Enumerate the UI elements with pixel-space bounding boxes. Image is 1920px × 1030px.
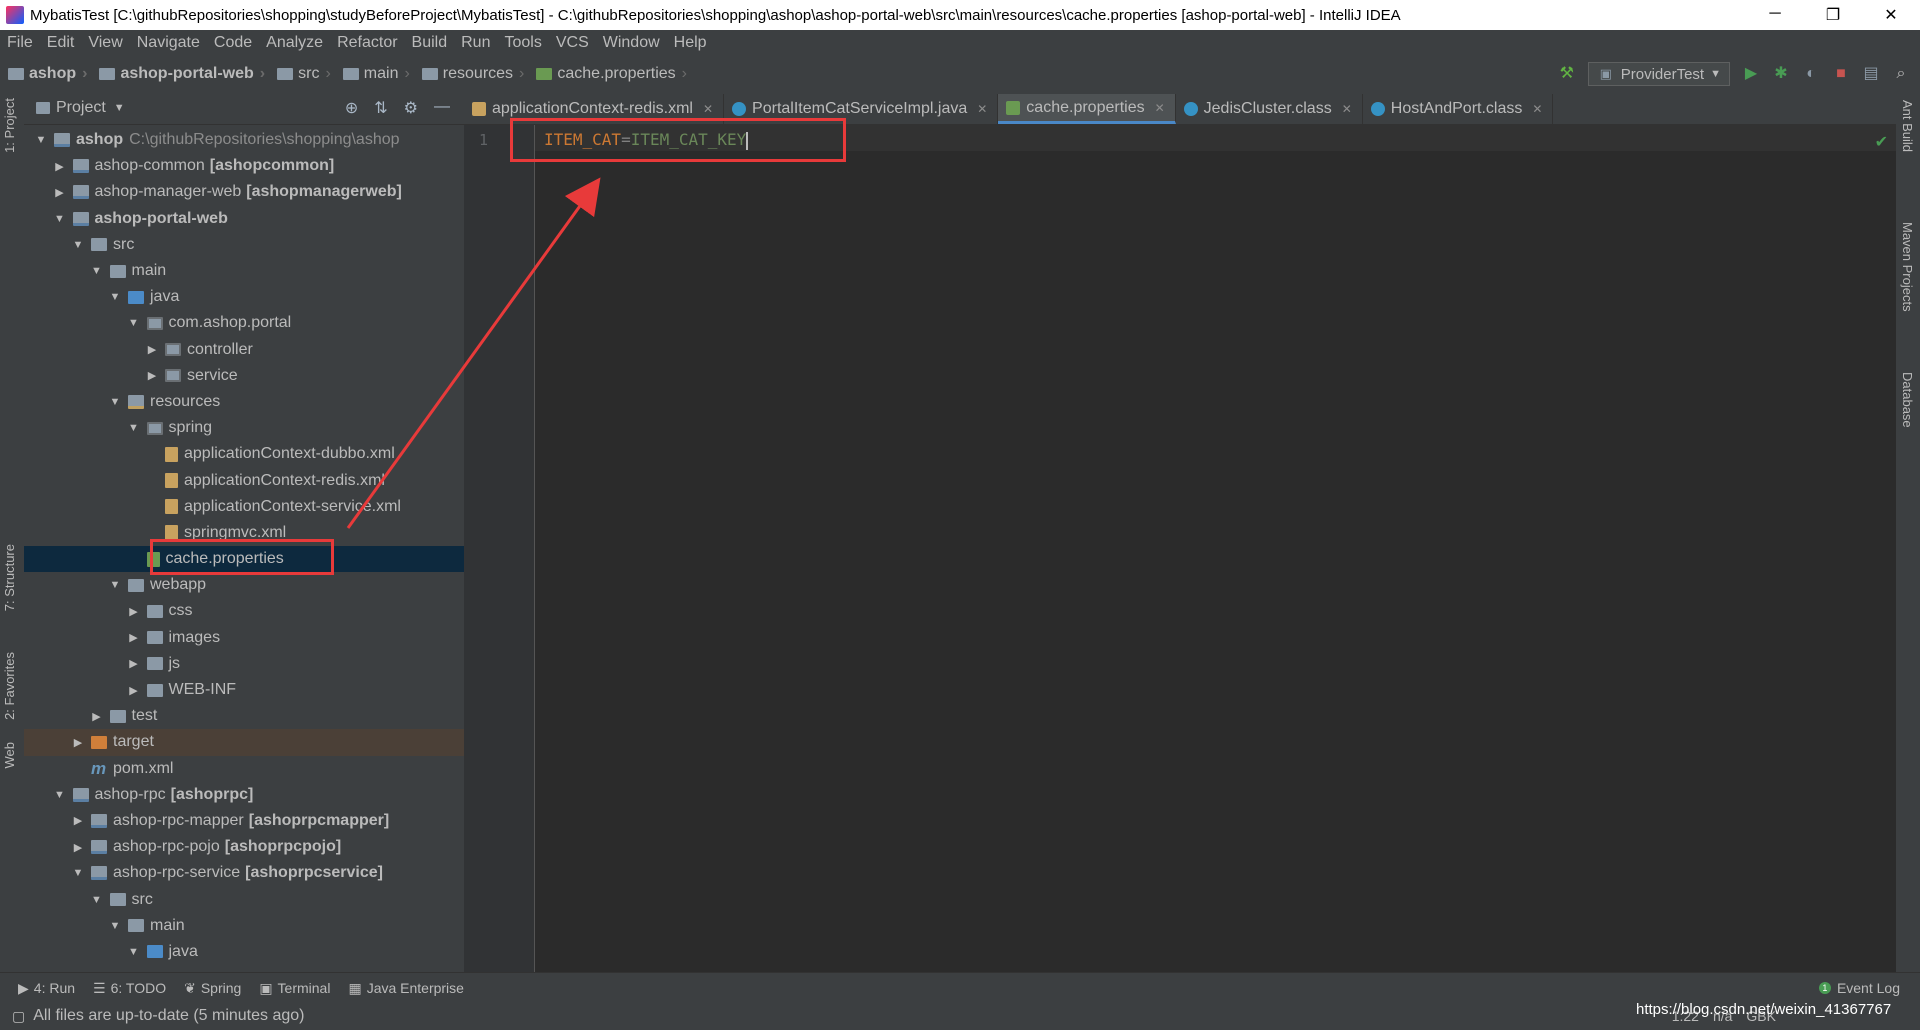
status-icon[interactable]: ▢ xyxy=(12,1008,25,1025)
run-tool-tab[interactable]: ▶ 4: Run xyxy=(18,980,75,997)
terminal-icon: ▣ xyxy=(259,979,273,996)
terminal-tool-tab[interactable]: ▣ Terminal xyxy=(259,980,330,997)
event-count-icon: 1 xyxy=(1818,982,1831,994)
bottom-tool-bar: ▶ 4: Run ☰ 6: TODO ❦ Spring ▣ Terminal ▦ Java… xyxy=(0,972,1920,1003)
java-enterprise-tool-tab[interactable]: ▦ Java Enterprise xyxy=(348,980,464,997)
status-message: All files are up-to-date (5 minutes ago) xyxy=(33,1007,305,1024)
watermark-text: https://blog.csdn.net/weixin_41367767 xyxy=(1636,1001,1892,1018)
event-log-tab[interactable]: 1 Event Log xyxy=(1818,980,1900,996)
event-log-label: Event Log xyxy=(1836,980,1900,996)
annotation-arrow xyxy=(346,177,601,529)
run-icon: ▶ xyxy=(18,979,29,996)
spring-tool-tab[interactable]: ❦ Spring xyxy=(184,980,241,997)
status-bar: ▢ All files are up-to-date (5 minutes ag… xyxy=(0,1002,1920,1030)
todo-tool-tab[interactable]: ☰ 6: TODO xyxy=(93,980,166,997)
java-enterprise-icon: ▦ xyxy=(348,979,362,996)
todo-icon: ☰ xyxy=(93,979,106,996)
spring-leaf-icon: ❦ xyxy=(184,979,196,996)
